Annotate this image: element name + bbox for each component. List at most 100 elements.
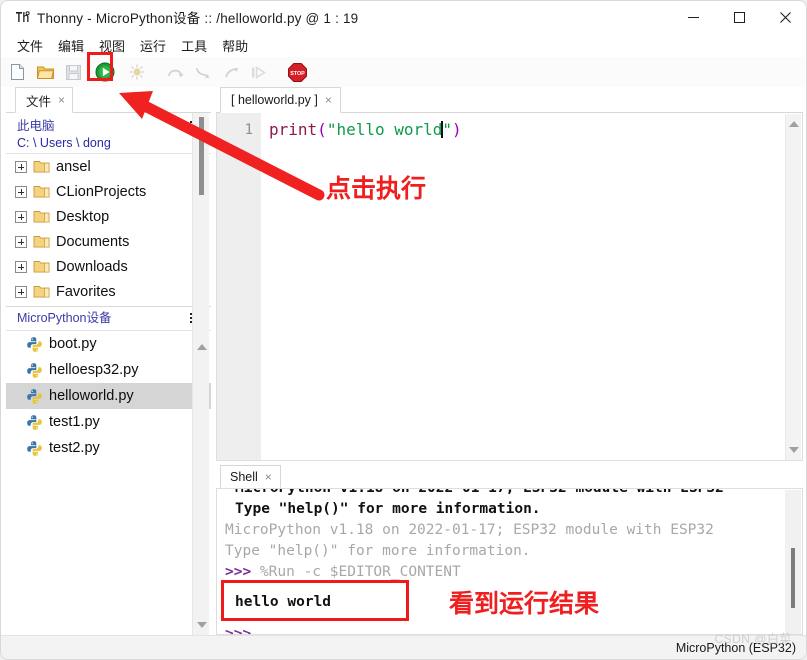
folder-label: Downloads xyxy=(56,258,128,275)
scroll-up-arrow-icon[interactable] xyxy=(786,116,802,132)
python-file-icon xyxy=(26,336,44,353)
editor-scrollbar[interactable] xyxy=(785,114,801,460)
shell-prompt: >>> xyxy=(225,564,252,580)
titlebar: Thonny - MicroPython设备 :: /helloworld.py… xyxy=(1,1,806,33)
folder-icon xyxy=(33,159,51,175)
menu-view[interactable]: 视图 xyxy=(92,34,133,57)
folder-icon xyxy=(33,184,51,200)
folder-icon xyxy=(33,234,51,250)
list-item-label: helloworld.py xyxy=(49,388,134,404)
menubar: 文件 编辑 视图 运行 工具 帮助 xyxy=(1,33,806,57)
scroll-down-arrow-icon[interactable] xyxy=(193,617,210,633)
resume-icon xyxy=(247,60,271,84)
current-path[interactable]: C: \ Users \ dong xyxy=(17,135,205,153)
run-icon[interactable] xyxy=(93,60,117,84)
save-file-icon xyxy=(61,60,85,84)
tab-files[interactable]: 文件 × xyxy=(15,87,74,113)
folder-tree[interactable]: ansel CLionProjects Desktop Documents Do… xyxy=(6,154,211,307)
code-string: "hello world xyxy=(326,120,443,139)
menu-edit[interactable]: 编辑 xyxy=(51,34,92,57)
expander-icon[interactable] xyxy=(15,160,27,173)
shell-command: %Run -c $EDITOR_CONTENT xyxy=(251,564,461,580)
list-item-selected[interactable]: helloworld.py xyxy=(6,383,211,409)
folder-icon xyxy=(33,209,51,225)
menu-help[interactable]: 帮助 xyxy=(215,34,256,57)
shell-tab-label: Shell xyxy=(230,469,258,484)
step-over-icon xyxy=(163,60,187,84)
shell-tabstrip: Shell × xyxy=(216,465,803,488)
stop-icon[interactable]: STOP xyxy=(285,60,309,84)
device-header: MicroPython设备 xyxy=(6,307,211,331)
list-item-label: test2.py xyxy=(49,440,100,456)
this-computer-label: 此电脑 xyxy=(17,119,55,133)
this-computer-header: 此电脑 C: \ Users \ dong xyxy=(6,113,211,154)
close-button[interactable] xyxy=(762,1,806,33)
code-function: print xyxy=(269,120,318,139)
maximize-button[interactable] xyxy=(716,1,762,33)
toolbar: STOP xyxy=(1,57,806,87)
tab-shell[interactable]: Shell × xyxy=(220,465,281,488)
list-item[interactable]: test1.py xyxy=(6,409,211,435)
close-icon[interactable]: × xyxy=(58,94,65,106)
scroll-up-arrow-icon[interactable] xyxy=(193,339,210,355)
minimize-button[interactable] xyxy=(670,1,716,33)
svg-text:STOP: STOP xyxy=(290,71,305,77)
shell-prompt: >>> xyxy=(225,626,252,635)
shell-line: MicroPython v1.18 on 2022-01-17; ESP32 m… xyxy=(225,522,714,538)
list-item-label: test1.py xyxy=(49,414,100,430)
expander-icon[interactable] xyxy=(15,210,27,223)
step-out-icon xyxy=(219,60,243,84)
folder-label: ansel xyxy=(56,158,91,175)
device-label: MicroPython设备 xyxy=(17,311,112,325)
code-close-paren: ) xyxy=(452,120,462,139)
python-file-icon xyxy=(26,414,44,431)
tab-files-label: 文件 xyxy=(26,94,52,109)
editor-body[interactable]: 1 print("hello world") xyxy=(216,113,803,461)
scrollbar-thumb[interactable] xyxy=(199,117,204,195)
scroll-down-arrow-icon[interactable] xyxy=(786,442,802,458)
folder-icon xyxy=(33,259,51,275)
watermark: CSDN @白菜 xyxy=(714,632,792,646)
menu-run[interactable]: 运行 xyxy=(133,34,174,57)
open-file-icon[interactable] xyxy=(33,60,57,84)
list-item[interactable]: helloesp32.py xyxy=(6,357,211,383)
tree-row[interactable]: Downloads xyxy=(6,254,211,279)
code-area[interactable]: print("hello world") xyxy=(261,113,462,141)
folder-icon xyxy=(33,284,51,300)
folder-label: Documents xyxy=(56,233,130,250)
tree-row[interactable]: Documents xyxy=(6,229,211,254)
close-icon[interactable]: × xyxy=(265,471,272,483)
left-panel-scrollbar[interactable] xyxy=(192,113,209,635)
thonny-window: Thonny - MicroPython设备 :: /helloworld.py… xyxy=(0,0,807,660)
editor-tab-label: [ helloworld.py ] xyxy=(231,93,318,107)
tree-row[interactable]: Desktop xyxy=(6,204,211,229)
debug-icon xyxy=(125,60,149,84)
menu-tools[interactable]: 工具 xyxy=(174,34,215,57)
close-icon[interactable]: × xyxy=(325,94,332,106)
shell-scrollbar[interactable] xyxy=(785,490,801,634)
tab-helloworld-py[interactable]: [ helloworld.py ] × xyxy=(220,87,341,113)
device-file-list[interactable]: boot.py helloesp32.py helloworld.py test… xyxy=(6,331,211,609)
python-file-icon xyxy=(26,388,44,405)
list-item[interactable]: test2.py xyxy=(6,435,211,461)
menu-file[interactable]: 文件 xyxy=(10,34,51,57)
tree-row[interactable]: CLionProjects xyxy=(6,179,211,204)
new-file-icon[interactable] xyxy=(5,60,29,84)
expander-icon[interactable] xyxy=(15,285,27,298)
tree-row[interactable]: ansel xyxy=(6,154,211,179)
list-item-label: boot.py xyxy=(49,336,97,352)
files-tabstrip: 文件 × xyxy=(6,87,211,113)
code-open-paren: ( xyxy=(317,120,327,139)
tree-row[interactable]: Favorites xyxy=(6,279,211,304)
annotation-see-result: 看到运行结果 xyxy=(449,590,600,618)
editor-tabstrip: [ helloworld.py ] × xyxy=(216,87,803,113)
expander-icon[interactable] xyxy=(15,260,27,273)
expander-icon[interactable] xyxy=(15,235,27,248)
list-item[interactable]: boot.py xyxy=(6,331,211,357)
thonny-logo-icon xyxy=(9,1,35,33)
shell-line: MicroPython v1.18 on 2022-01-17; ESP32 m… xyxy=(235,488,724,496)
code-string-close: " xyxy=(442,120,453,139)
expander-icon[interactable] xyxy=(15,185,27,198)
files-panel: 文件 × 此电脑 C: \ Users \ dong ansel CLionPr… xyxy=(6,87,211,635)
scrollbar-thumb[interactable] xyxy=(791,548,795,608)
